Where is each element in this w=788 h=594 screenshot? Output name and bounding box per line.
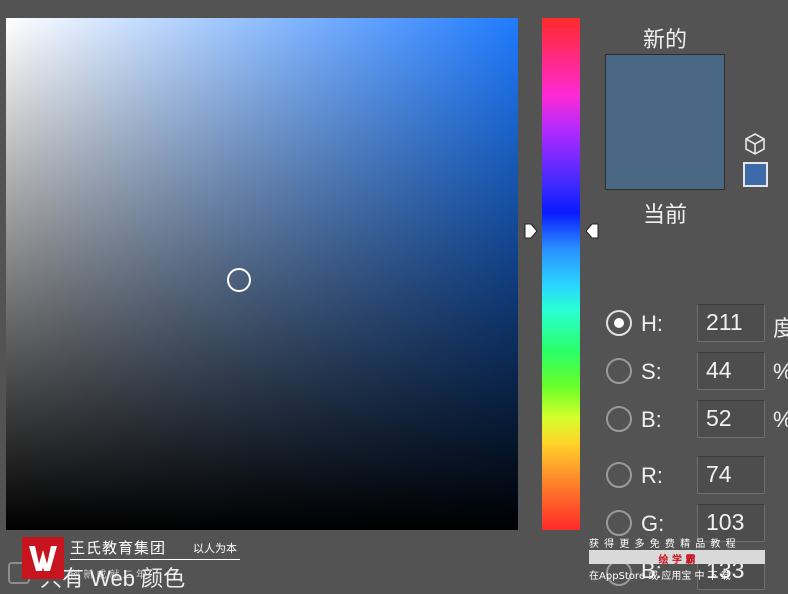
green-radio[interactable] <box>606 510 632 536</box>
new-color-label: 新的 <box>642 27 687 52</box>
watermark2-line1: 获 得 更 多 免 费 精 品 教 程 <box>589 539 737 550</box>
saturation-input[interactable]: 44 <box>697 352 765 390</box>
watermark-divider <box>70 559 240 560</box>
watermark-logo <box>22 537 64 579</box>
brightness-input[interactable]: 52 <box>697 400 765 438</box>
hue-label: H: <box>641 311 663 336</box>
hue-unit: 度 <box>773 316 788 341</box>
hue-slider-left-handle-icon[interactable] <box>524 223 538 239</box>
hue-radio[interactable] <box>606 310 632 336</box>
hue-slider[interactable] <box>542 18 580 530</box>
green-label: G: <box>641 511 665 536</box>
color-picker-marker[interactable] <box>227 268 251 292</box>
brightness-label: B: <box>641 407 662 432</box>
current-color-label: 当前 <box>642 202 687 227</box>
red-input[interactable]: 74 <box>697 456 765 494</box>
color-preview[interactable] <box>605 54 725 190</box>
brightness-radio[interactable] <box>606 406 632 432</box>
watermark-title: 王氏教育集团 <box>70 539 167 557</box>
saturation-label: S: <box>641 359 662 384</box>
web-safe-color-swatch[interactable] <box>743 162 768 187</box>
hue-input[interactable]: 211 <box>697 304 765 342</box>
hue-slider-right-handle-icon[interactable] <box>585 223 599 239</box>
watermark-slogan: 以人为本 <box>193 542 237 555</box>
red-label: R: <box>641 463 663 488</box>
watermark2-line3: 在AppStore 或 应用宝 中 下 载 <box>589 571 731 582</box>
watermark-w-logo-icon <box>29 546 57 571</box>
saturation-radio[interactable] <box>606 358 632 384</box>
red-radio[interactable] <box>606 462 632 488</box>
web-safe-cube-icon[interactable] <box>743 132 767 156</box>
watermark-tagline: 创 新 成 就 二 年 <box>70 570 146 581</box>
brightness-unit: % <box>773 407 788 433</box>
saturation-brightness-field[interactable] <box>6 18 518 530</box>
watermark2-brand: 绘 学 霸 <box>658 555 696 566</box>
saturation-unit: % <box>773 359 788 385</box>
